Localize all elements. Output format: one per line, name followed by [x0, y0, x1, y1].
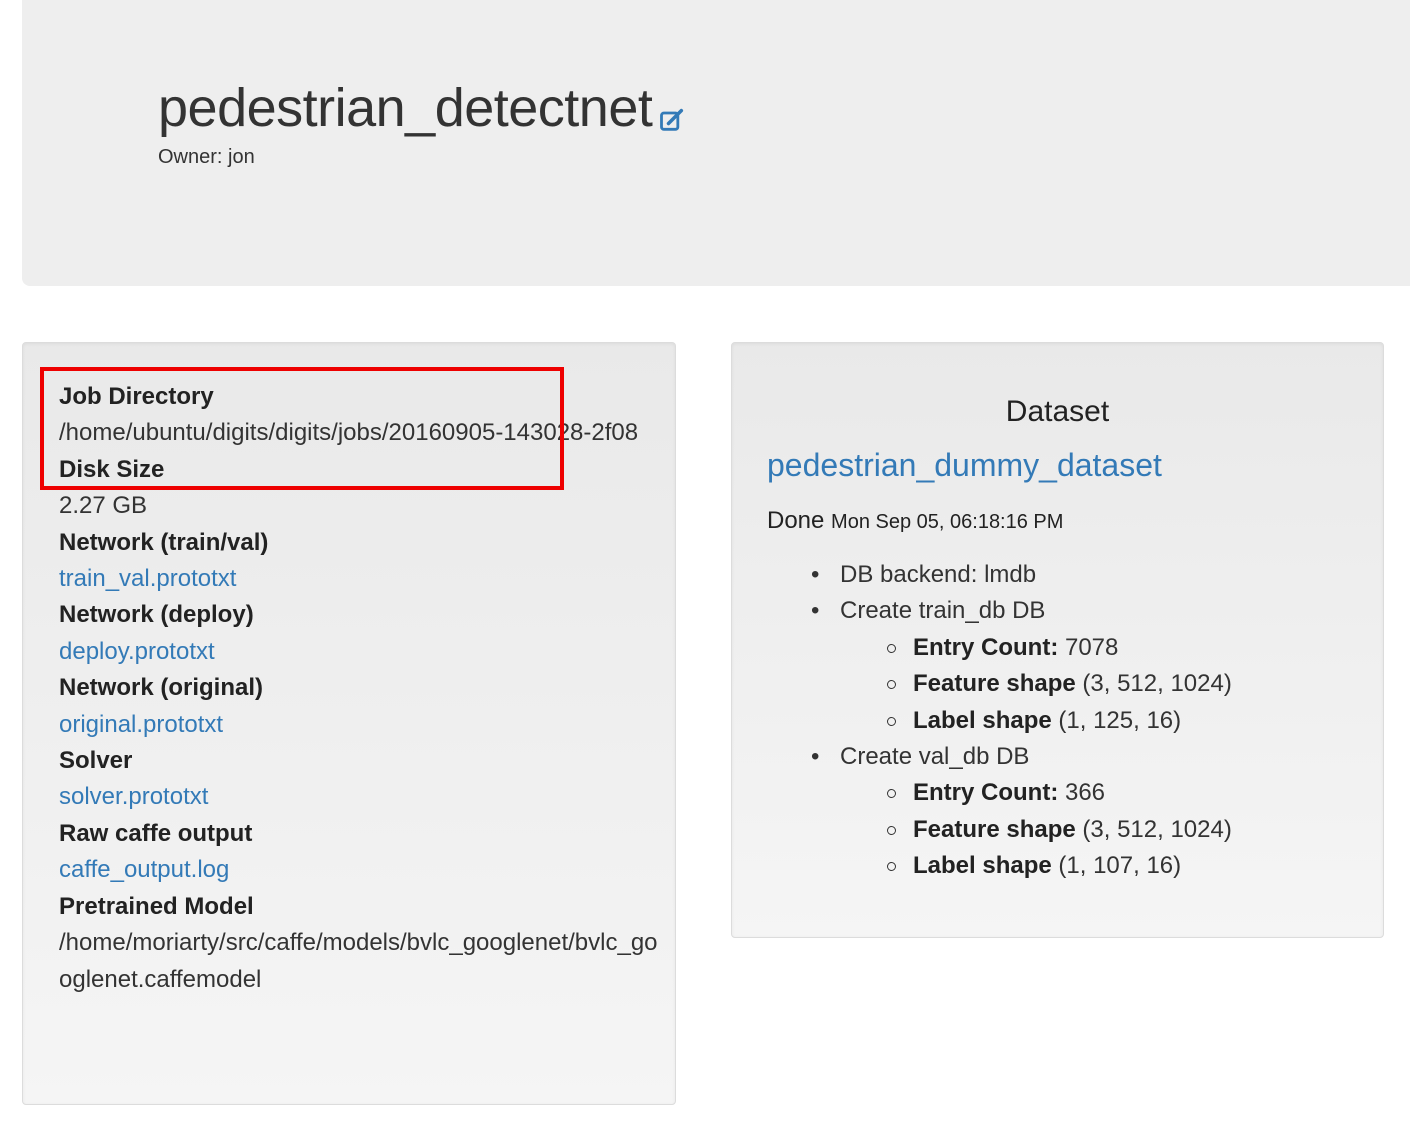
- page-title: pedestrian_detectnet: [158, 78, 653, 138]
- list-item: Label shape (1, 125, 16): [840, 703, 1232, 739]
- solver-prototxt-link[interactable]: solver.prototxt: [59, 783, 208, 810]
- list-item: Entry Count: 366: [840, 775, 1232, 811]
- feature-shape-label: Feature shape: [913, 670, 1076, 698]
- page-header: pedestrian_detectnet Owner: jon: [22, 0, 1410, 286]
- job-info-list: Job Directory /home/ubuntu/digits/digits…: [59, 379, 659, 998]
- list-item: Entry Count: 7078: [840, 630, 1232, 666]
- edit-icon[interactable]: [658, 106, 686, 134]
- network-deploy-label: Network (deploy): [59, 601, 254, 629]
- db-backend-text: DB backend: lmdb: [840, 561, 1037, 588]
- feature-shape-label: Feature shape: [913, 815, 1076, 843]
- job-directory-value: /home/ubuntu/digits/digits/jobs/20160905…: [59, 419, 639, 447]
- dataset-heading: Dataset: [1005, 395, 1110, 428]
- pretrained-model-label: Pretrained Model: [59, 892, 254, 920]
- status-timestamp: Mon Sep 05, 06:18:16 PM: [831, 511, 1064, 533]
- list-item: Create val_db DB Entry Count: 366 Featur…: [767, 739, 1232, 885]
- feature-shape-value: (3, 512, 1024): [1082, 670, 1232, 698]
- label-shape-value: (1, 107, 16): [1058, 852, 1182, 880]
- label-shape-label: Label shape: [913, 852, 1052, 880]
- original-prototxt-link[interactable]: original.prototxt: [59, 711, 223, 738]
- caffe-output-log-link[interactable]: caffe_output.log: [59, 856, 229, 883]
- owner-label: Owner: jon: [158, 146, 255, 168]
- list-item: DB backend: lmdb: [767, 557, 1232, 594]
- network-trainval-label: Network (train/val): [59, 528, 269, 556]
- label-shape-label: Label shape: [913, 706, 1052, 734]
- feature-shape-value: (3, 512, 1024): [1082, 815, 1232, 843]
- disk-size-label: Disk Size: [59, 455, 165, 483]
- list-item: Label shape (1, 107, 16): [840, 848, 1232, 884]
- list-item: Feature shape (3, 512, 1024): [840, 666, 1232, 702]
- job-info-panel: Job Directory /home/ubuntu/digits/digits…: [22, 342, 676, 1105]
- entry-count-value: 7078: [1064, 633, 1119, 661]
- label-shape-value: (1, 125, 16): [1058, 706, 1182, 734]
- train-val-prototxt-link[interactable]: train_val.prototxt: [59, 565, 236, 592]
- entry-count-label: Entry Count:: [913, 633, 1059, 661]
- dataset-link[interactable]: pedestrian_dummy_dataset: [767, 447, 1162, 484]
- status-text: Done: [767, 507, 825, 534]
- pretrained-model-value: /home/moriarty/src/caffe/models/bvlc_goo…: [59, 929, 658, 993]
- solver-label: Solver: [59, 747, 133, 775]
- entry-count-value: 366: [1064, 779, 1106, 807]
- list-item: Feature shape (3, 512, 1024): [840, 812, 1232, 848]
- disk-size-value: 2.27 GB: [59, 492, 148, 520]
- deploy-prototxt-link[interactable]: deploy.prototxt: [59, 638, 215, 665]
- dataset-panel: Dataset pedestrian_dummy_dataset Done Mo…: [731, 342, 1384, 938]
- val-db-title: Create val_db DB: [840, 743, 1030, 771]
- raw-caffe-output-label: Raw caffe output: [59, 819, 253, 847]
- job-directory-label: Job Directory: [59, 383, 214, 410]
- list-item: Create train_db DB Entry Count: 7078 Fea…: [767, 593, 1232, 739]
- dataset-details: DB backend: lmdb Create train_db DB Entr…: [767, 557, 1232, 885]
- network-original-label: Network (original): [59, 674, 264, 702]
- train-db-title: Create train_db DB: [840, 597, 1046, 625]
- entry-count-label: Entry Count:: [913, 779, 1059, 807]
- title-row: pedestrian_detectnet: [158, 76, 686, 140]
- dataset-status: Done Mon Sep 05, 06:18:16 PM: [767, 507, 1063, 535]
